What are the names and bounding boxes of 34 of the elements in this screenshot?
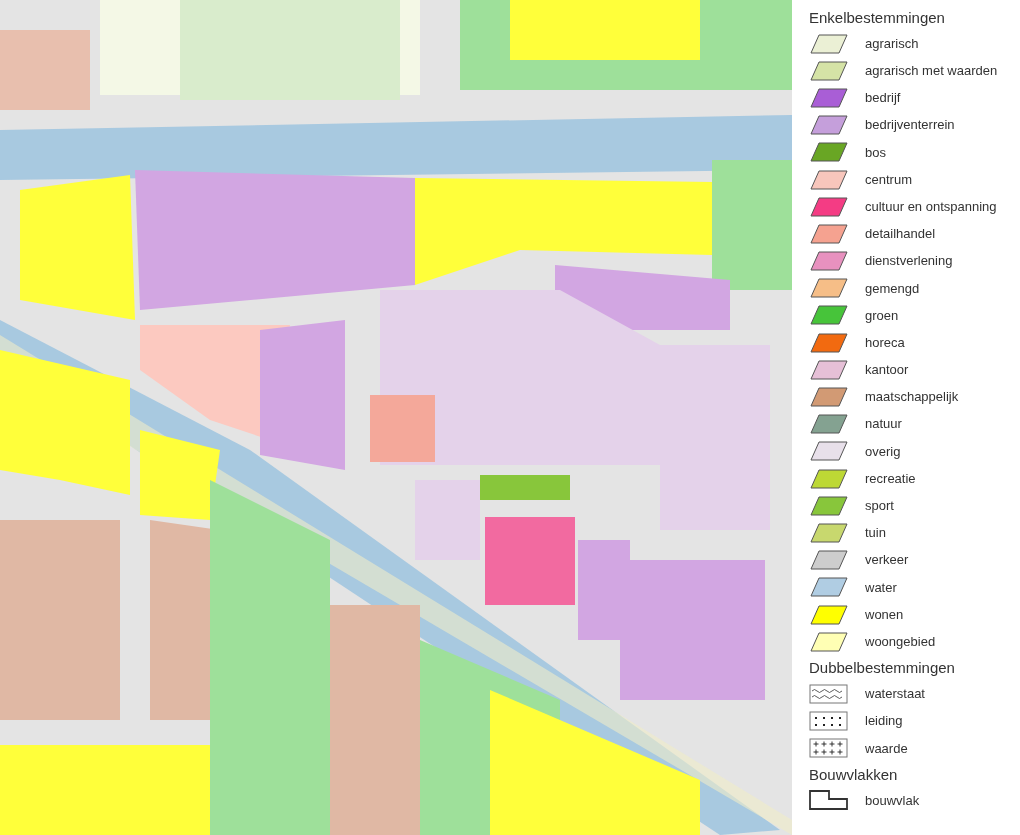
legend-label: sport — [865, 497, 894, 516]
cross-pattern-icon — [809, 738, 849, 759]
legend-label: centrum — [865, 170, 912, 189]
legend-label: natuur — [865, 415, 902, 434]
legend-label: bedrijf — [865, 89, 901, 108]
legend-label: agrarisch — [865, 34, 919, 53]
legend-label: woongebied — [865, 632, 936, 651]
legend-label: waarde — [865, 739, 908, 758]
legend-label: bos — [865, 143, 886, 162]
legend-label: maatschappelijk — [865, 388, 959, 407]
legend-label: cultuur en ontspanning — [865, 197, 997, 216]
legend-label: horeca — [865, 333, 905, 352]
legend-label: tuin — [865, 524, 886, 543]
legend-heading: Bouwvlakken — [809, 765, 899, 784]
legend-label: leiding — [865, 712, 903, 731]
legend-label: waterstaat — [865, 685, 925, 704]
legend-label: detailhandel — [865, 225, 936, 244]
legend-label: gemengd — [865, 279, 920, 298]
wave-pattern-icon — [809, 683, 849, 704]
legend-label: groen — [865, 306, 899, 325]
legend-heading: Enkelbestemmingen — [809, 9, 946, 27]
legend-label: recreatie — [865, 469, 916, 488]
legend-label: kantoor — [865, 361, 909, 380]
legend-label: wonen — [865, 605, 904, 624]
legend-label: agrarisch met waarden — [865, 62, 998, 81]
building-outline-icon — [809, 790, 849, 811]
dot-pattern-icon — [809, 711, 849, 732]
legend-label: bouwvlak — [865, 791, 920, 810]
legend-label: dienstverlening — [865, 252, 953, 271]
legend-label: bedrijventerrein — [865, 116, 955, 135]
legend-label: overig — [865, 442, 901, 461]
legend-label: verkeer — [865, 551, 909, 570]
legend-label: water — [865, 578, 897, 597]
legend-heading: Dubbelbestemmingen — [809, 659, 956, 678]
